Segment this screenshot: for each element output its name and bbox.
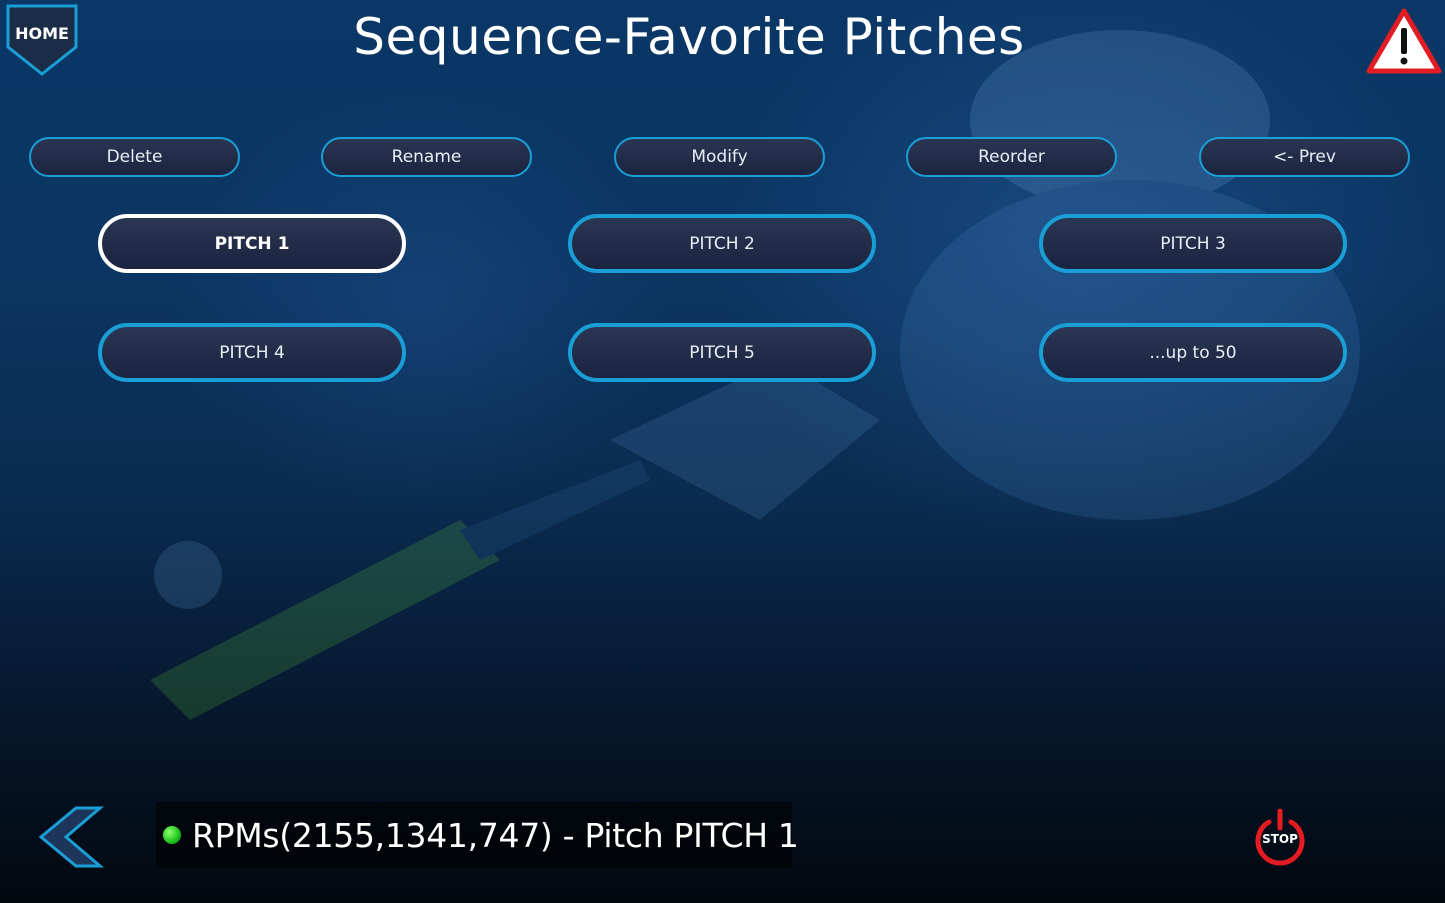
chevron-left-icon[interactable]: [36, 805, 106, 869]
status-indicator-icon: [163, 826, 181, 844]
stop-button[interactable]: STOP: [1252, 808, 1308, 866]
reorder-button[interactable]: Reorder: [906, 137, 1117, 177]
status-bar: RPMs(2155,1341,747) - Pitch PITCH 1: [156, 802, 799, 868]
pitch-3-button[interactable]: PITCH 3: [1039, 214, 1347, 273]
status-text: RPMs(2155,1341,747) - Pitch PITCH 1: [192, 815, 799, 855]
batter-silhouette: [150, 30, 1360, 720]
pitch-2-button[interactable]: PITCH 2: [568, 214, 876, 273]
pitch-5-button[interactable]: PITCH 5: [568, 323, 876, 382]
stop-label: STOP: [1262, 832, 1298, 846]
pitch-1-button[interactable]: PITCH 1: [98, 214, 406, 273]
pitch-4-button[interactable]: PITCH 4: [98, 323, 406, 382]
page-title: Sequence-Favorite Pitches: [353, 8, 1025, 66]
prev-button[interactable]: <- Prev: [1199, 137, 1410, 177]
rename-button[interactable]: Rename: [321, 137, 532, 177]
modify-button[interactable]: Modify: [614, 137, 825, 177]
delete-button[interactable]: Delete: [29, 137, 240, 177]
more-pitches-button[interactable]: ...up to 50: [1039, 323, 1347, 382]
warning-triangle-icon[interactable]: [1366, 8, 1442, 74]
